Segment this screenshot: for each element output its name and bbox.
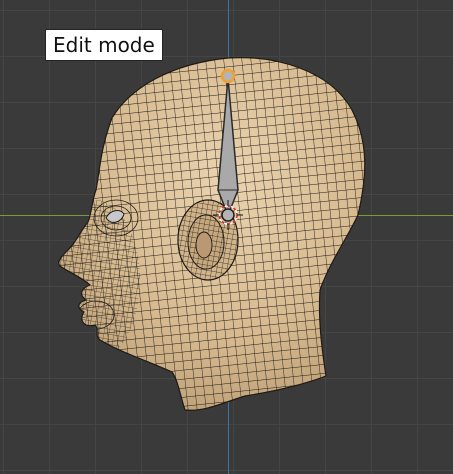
3d-viewport[interactable]: Edit mode: [0, 0, 453, 474]
bone-head-joint[interactable]: [221, 208, 235, 222]
mode-label: Edit mode: [45, 29, 163, 61]
bone-tail-joint[interactable]: [220, 68, 236, 84]
head-mesh[interactable]: [40, 40, 400, 440]
scene-canvas[interactable]: [0, 0, 453, 474]
